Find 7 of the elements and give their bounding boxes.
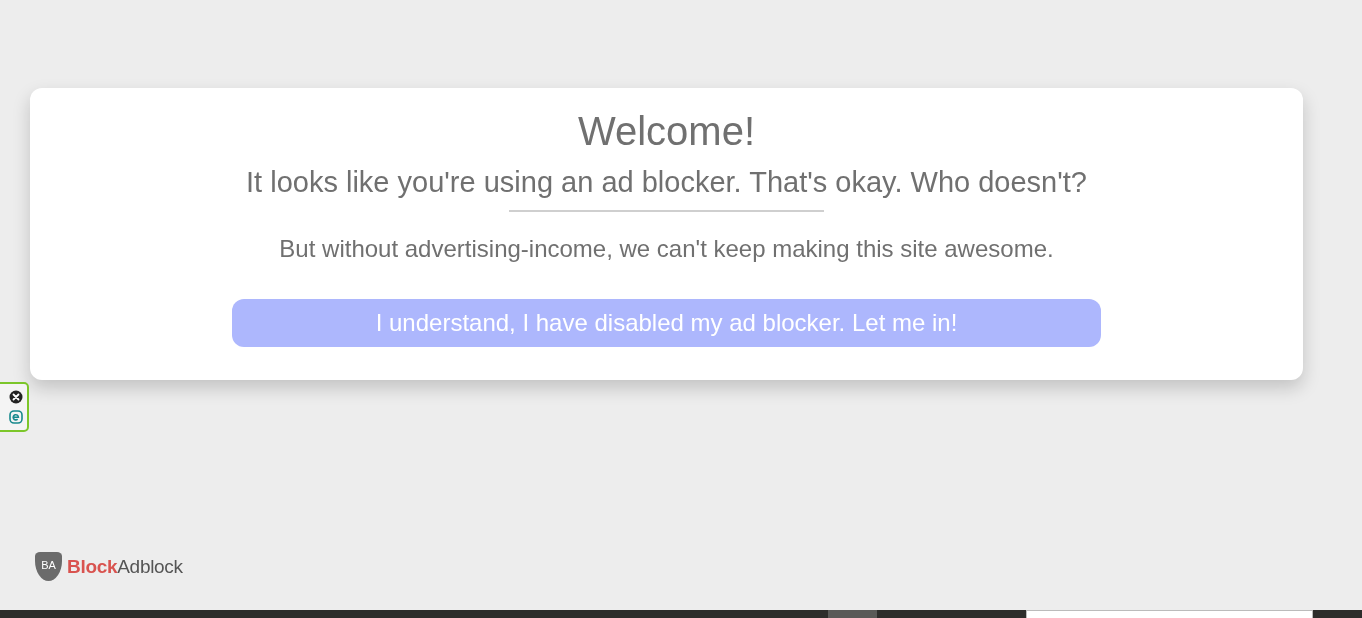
close-icon[interactable]: [9, 390, 23, 404]
dialog-message: But without advertising-income, we can't keep making this site awesome.: [279, 234, 1054, 264]
dialog-subtitle: It looks like you're using an ad blocker. That's okay. Who doesn't?: [246, 165, 1087, 199]
logo-wordmark[interactable]: BlockAdblock: [67, 554, 183, 579]
dialog-title: Welcome!: [577, 108, 756, 154]
shield-badge: BA: [35, 552, 62, 581]
letter-e-icon[interactable]: [9, 410, 23, 424]
